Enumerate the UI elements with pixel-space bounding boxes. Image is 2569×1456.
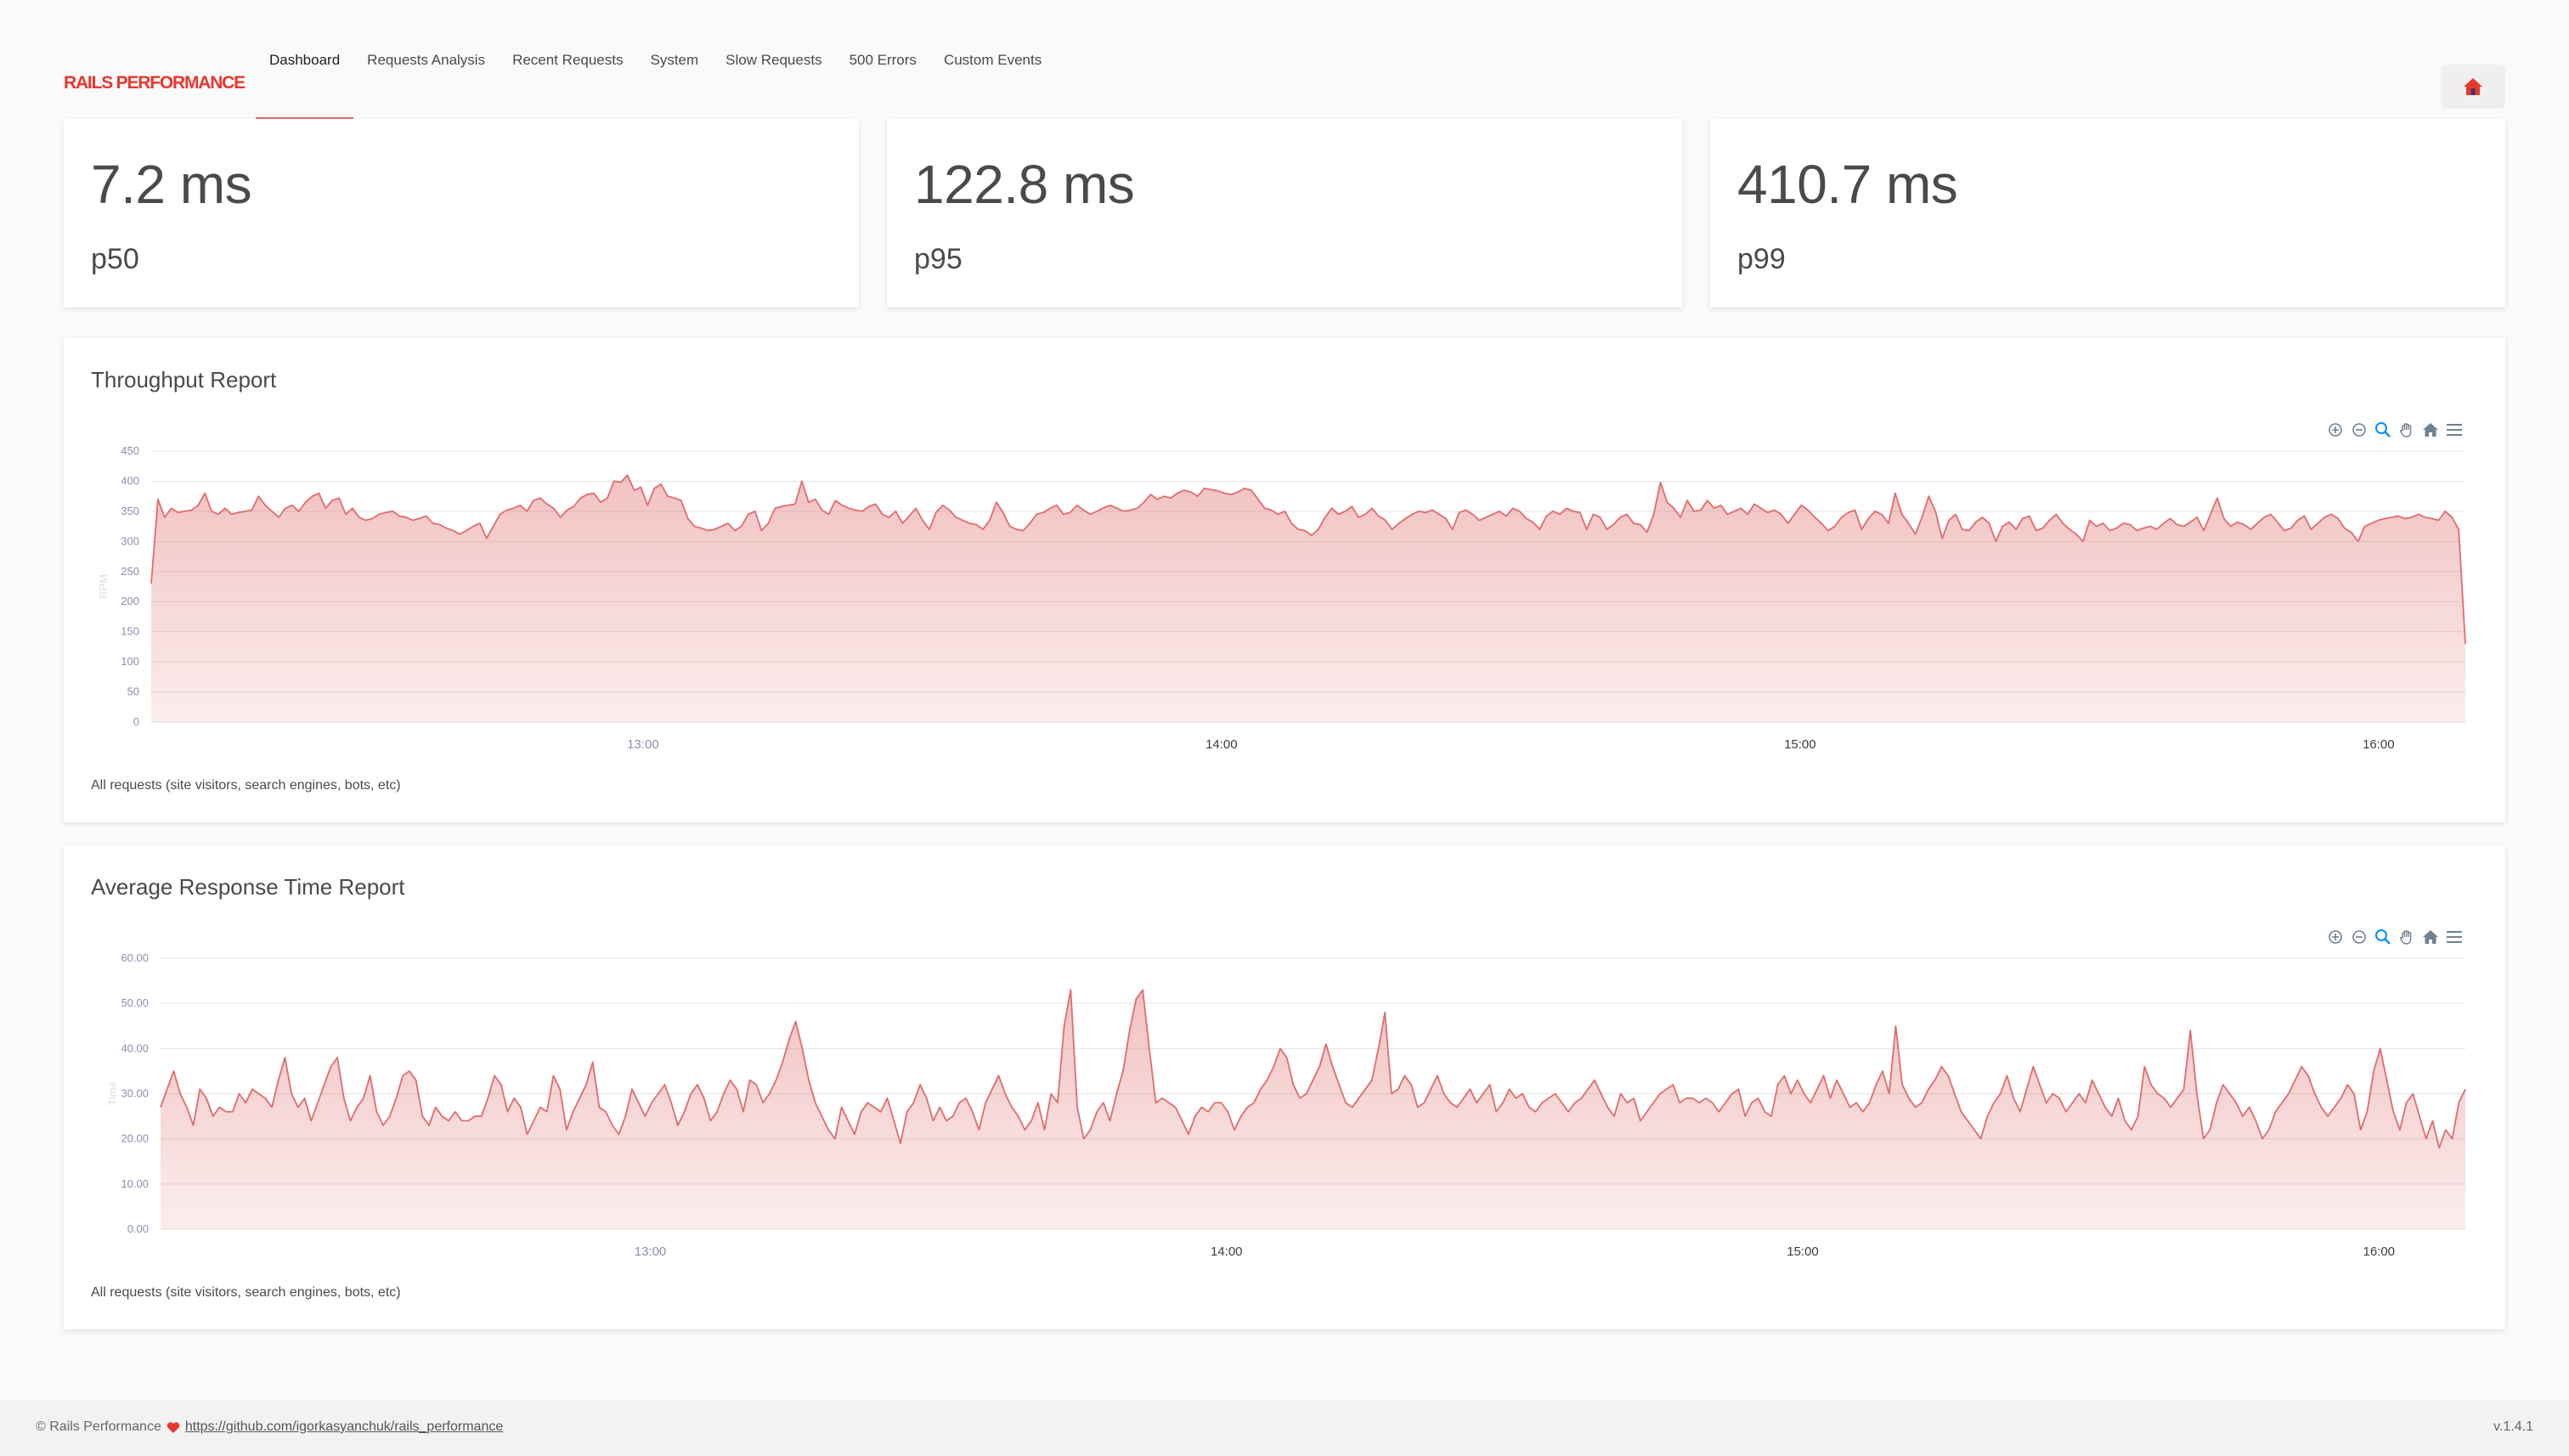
x-tick-label: 13:00	[635, 1244, 667, 1259]
y-tick-label: 200	[121, 595, 139, 607]
response-time-chart[interactable]: 60.00 50.00 40.00 30.00 20.00 10.00 0.00 Time 13…	[64, 845, 2505, 1329]
github-link[interactable]: https://github.com/igorkasyanchuk/rails_…	[185, 1419, 503, 1435]
x-tick-label: 14:00	[1211, 1244, 1243, 1259]
report-note: All requests (site visitors, search engi…	[91, 1285, 401, 1300]
y-tick-label: 40.00	[121, 1041, 149, 1054]
y-axis-title: RPM	[97, 574, 110, 599]
footer-left: © Rails Performance https://github.com/i…	[36, 1419, 503, 1435]
y-tick-label: 350	[121, 505, 139, 517]
stat-card-p95: 122.8 ms p95	[887, 119, 1682, 308]
y-tick-label: 450	[121, 444, 139, 457]
y-tick-label: 60.00	[121, 951, 149, 964]
tab-recent-requests[interactable]: Recent Requests	[499, 0, 636, 119]
response-time-report-card: Average Response Time Report 60.00 50.00 4…	[64, 845, 2505, 1329]
series-area	[151, 475, 2465, 722]
y-tick-label: 0.00	[127, 1222, 149, 1235]
home-button[interactable]	[2441, 65, 2505, 109]
copyright-text: © Rails Performance	[36, 1419, 161, 1434]
x-tick-label: 16:00	[2363, 737, 2395, 752]
y-tick-label: 150	[121, 625, 139, 638]
home-icon	[2464, 78, 2482, 95]
tab-requests-analysis[interactable]: Requests Analysis	[353, 0, 499, 119]
tab-slow-requests[interactable]: Slow Requests	[712, 0, 835, 119]
x-tick-label: 16:00	[2363, 1244, 2395, 1259]
y-tick-label: 100	[121, 655, 139, 668]
tab-custom-events[interactable]: Custom Events	[930, 0, 1055, 119]
stat-value: 122.8 ms	[914, 154, 1135, 215]
y-tick-label: 20.00	[121, 1132, 149, 1145]
footer: © Rails Performance https://github.com/i…	[0, 1400, 2569, 1456]
throughput-report-card: Throughput Report 450 400 350 300 250 200 150 1…	[64, 338, 2505, 822]
stat-card-p50: 7.2 ms p50	[64, 119, 859, 308]
y-tick-label: 30.00	[121, 1087, 149, 1100]
y-tick-label: 300	[121, 534, 139, 547]
x-tick-label: 13:00	[627, 737, 659, 752]
x-tick-label: 15:00	[1784, 737, 1816, 752]
nav-tabs: Dashboard Requests Analysis Recent Reque…	[256, 0, 1055, 119]
tab-500-errors[interactable]: 500 Errors	[836, 0, 930, 119]
y-axis-title: Time	[106, 1081, 119, 1105]
x-tick-label: 15:00	[1787, 1244, 1819, 1259]
stat-value: 410.7 ms	[1737, 154, 1958, 215]
stat-label: p50	[91, 243, 139, 275]
throughput-chart[interactable]: 450 400 350 300 250 200 150 100 50 0 RPM 13:00 14:00…	[64, 338, 2505, 822]
heart-icon	[167, 1421, 180, 1433]
stat-value: 7.2 ms	[91, 154, 252, 215]
stat-card-p99: 410.7 ms p99	[1710, 119, 2505, 308]
brand-logo[interactable]: RAILS PERFORMANCE	[64, 73, 246, 93]
tab-dashboard[interactable]: Dashboard	[256, 0, 354, 119]
y-tick-label: 400	[121, 474, 139, 487]
navbar: RAILS PERFORMANCE Dashboard Requests Ana…	[0, 0, 2569, 119]
version-label: v.1.4.1	[2493, 1419, 2533, 1434]
tab-system[interactable]: System	[636, 0, 712, 119]
y-tick-label: 50.00	[121, 996, 149, 1009]
y-tick-label: 50	[127, 686, 139, 698]
y-tick-label: 10.00	[121, 1177, 149, 1190]
x-tick-label: 14:00	[1205, 737, 1238, 752]
stat-label: p99	[1737, 243, 1786, 275]
report-note: All requests (site visitors, search engi…	[91, 778, 401, 793]
y-tick-label: 250	[121, 565, 139, 578]
y-tick-label: 0	[133, 715, 139, 728]
stat-label: p95	[914, 243, 963, 275]
